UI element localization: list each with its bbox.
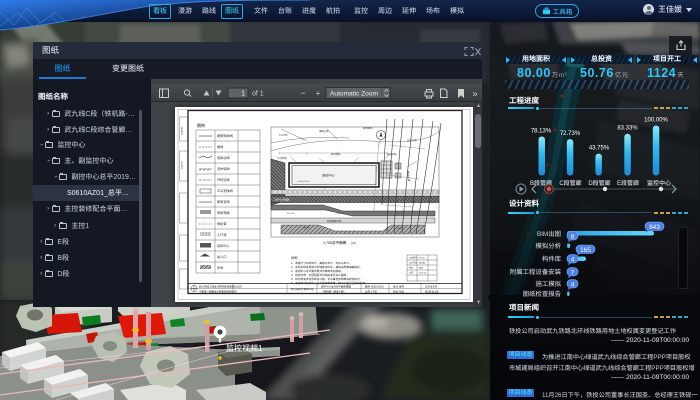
svg-text:既有管线: 既有管线 [217, 200, 231, 204]
svg-text:图例: 图例 [197, 123, 205, 128]
svg-text:K0+240: K0+240 [337, 213, 345, 215]
svg-text:83.33%: 83.33% [617, 126, 638, 132]
svg-text:比例: 比例 [351, 241, 356, 245]
svg-text:1: 1 [241, 91, 245, 98]
svg-text:武九线综合管廊工程: 武九线综合管廊工程 [291, 287, 314, 291]
svg-text:规划道路: 规划道路 [217, 211, 231, 215]
svg-text:人行道: 人行道 [217, 233, 227, 237]
svg-text:模拟分析: 模拟分析 [535, 242, 561, 250]
svg-text:of 1: of 1 [252, 91, 264, 98]
svg-text:BIM出图: BIM出图 [537, 230, 561, 238]
svg-text:图纸检查报告: 图纸检查报告 [523, 290, 562, 297]
svg-text:2、坐标系统采用武汉市城建坐标系，高程采用黄海高程系。: 2、坐标系统采用武汉市城建坐标系，高程采用黄海高程系。 [291, 265, 362, 269]
svg-text:»: » [472, 89, 477, 99]
svg-text:支护结构: 支护结构 [217, 167, 230, 171]
svg-text:人行道: 人行道 [395, 227, 402, 230]
svg-text:复核 李强: 复核 李强 [393, 290, 404, 294]
svg-text:5、绿化恢复详见景观设计图，未尽事宜参照相关规范执行。: 5、绿化恢复详见景观设计图，未尽事宜参照相关规范执行。 [291, 277, 362, 281]
svg-text:3、监控中心总平面布置详见建筑专业图纸。: 3、监控中心总平面布置详见建筑专业图纸。 [291, 269, 344, 273]
svg-text:施工模拟: 施工模拟 [535, 280, 561, 288]
svg-text:4: 4 [571, 281, 575, 288]
svg-text:建筑轮廓线: 建筑轮廓线 [217, 134, 234, 138]
svg-text:日期: 日期 [409, 271, 413, 275]
svg-text:监控视频1: 监控视频1 [226, 344, 263, 353]
svg-text:比例 1:750: 比例 1:750 [365, 290, 378, 294]
svg-text:专业: 专业 [409, 267, 413, 270]
svg-text:规划道路中线: 规划道路中线 [327, 219, 342, 223]
svg-text:冠梁边线: 冠梁边线 [217, 156, 231, 160]
svg-text:100.00%: 100.00% [644, 118, 668, 124]
svg-text:说明：: 说明： [291, 256, 301, 260]
svg-text:图号 S0610AZ01: 图号 S0610AZ01 [365, 286, 385, 289]
svg-text:监控中心: 监控中心 [217, 244, 231, 248]
svg-text:第1张 共1张: 第1张 共1张 [425, 290, 439, 294]
svg-text:K0+120: K0+120 [287, 213, 295, 215]
svg-text:构件库: 构件库 [542, 255, 562, 263]
svg-text:7: 7 [571, 269, 575, 276]
svg-text:−: − [300, 88, 305, 98]
svg-text:78.13%: 78.13% [531, 129, 552, 135]
svg-text:友谊大道: 友谊大道 [407, 138, 417, 142]
svg-text:4、管线迁改、交通疏解详见相关专业设计图纸。: 4、管线迁改、交通疏解详见相关专业设计图纸。 [291, 273, 349, 277]
svg-text:出入口: 出入口 [217, 255, 227, 259]
svg-text:S0610: S0610 [419, 258, 426, 260]
svg-text:风亭: 风亭 [217, 266, 223, 270]
svg-text:165: 165 [580, 247, 591, 254]
svg-text:建设单位: 建设单位 [180, 127, 184, 135]
svg-text:（铁机路—建设十路）: （铁机路—建设十路） [321, 290, 346, 294]
svg-text:施工图: 施工图 [419, 262, 425, 265]
svg-text:围墙: 围墙 [217, 145, 224, 149]
svg-text:2019.06: 2019.06 [419, 273, 427, 275]
svg-text:道路红线: 道路红线 [319, 129, 329, 133]
svg-text:冠梁边线: 冠梁边线 [331, 152, 341, 156]
svg-text:+: + [316, 88, 321, 98]
svg-text:工点范围线: 工点范围线 [217, 189, 234, 193]
svg-text:武汉市政工程设计研究院有限责任公司: 武汉市政工程设计研究院有限责任公司 [199, 285, 242, 289]
svg-text:设计阶段: 设计阶段 [409, 261, 417, 265]
svg-text:8: 8 [571, 233, 575, 240]
svg-text:1:750总平面图: 1:750总平面图 [323, 240, 347, 245]
svg-text:±0.00=24.50: ±0.00=24.50 [297, 181, 310, 183]
svg-text:工点范围: 工点范围 [277, 156, 287, 160]
svg-text:工程编号: 工程编号 [409, 256, 417, 260]
svg-text:X=3795: X=3795 [279, 134, 288, 137]
svg-text:绿化带: 绿化带 [217, 222, 227, 226]
svg-text:4: 4 [571, 256, 575, 263]
svg-text:843: 843 [649, 224, 660, 231]
svg-text:建筑: 建筑 [419, 267, 423, 270]
svg-text:6、本图仅供监控中心总平面布置参考，施工以会审后图纸为准。: 6、本图仅供监控中心总平面布置参考，施工以会审后图纸为准。 [291, 281, 368, 285]
svg-text:中铁第一勘察设计院集团有限公司: 中铁第一勘察设计院集团有限公司 [199, 290, 237, 294]
svg-text:1、本图尺寸以毫米计，高程以米计，坐标以米计。: 1、本图尺寸以毫米计，高程以米计，坐标以米计。 [291, 261, 352, 265]
svg-text:2019年6月: 2019年6月 [425, 285, 437, 289]
svg-text:设计单位: 设计单位 [180, 161, 184, 169]
svg-text:43.75%: 43.75% [589, 146, 610, 152]
svg-text:Automatic Zoom: Automatic Zoom [330, 90, 379, 97]
svg-text:监控中心室外总平面布置图: 监控中心室外总平面布置图 [321, 285, 352, 289]
svg-text:附属工程设备安装: 附属工程设备安装 [510, 268, 562, 276]
svg-text:K0+360: K0+360 [397, 213, 405, 215]
svg-text:监控中心: 监控中心 [322, 174, 336, 178]
svg-text:和平大道辅路: 和平大道辅路 [275, 198, 290, 202]
svg-text:规划绿地: 规划绿地 [363, 126, 373, 130]
svg-text:武九线综合管廊: 武九线综合管廊 [367, 206, 384, 210]
svg-text:72.73%: 72.73% [560, 131, 581, 137]
svg-text:设计 张明: 设计 张明 [393, 285, 404, 289]
svg-text:开挖边线: 开挖边线 [217, 178, 231, 182]
svg-text:绿化带: 绿化带 [303, 227, 310, 230]
